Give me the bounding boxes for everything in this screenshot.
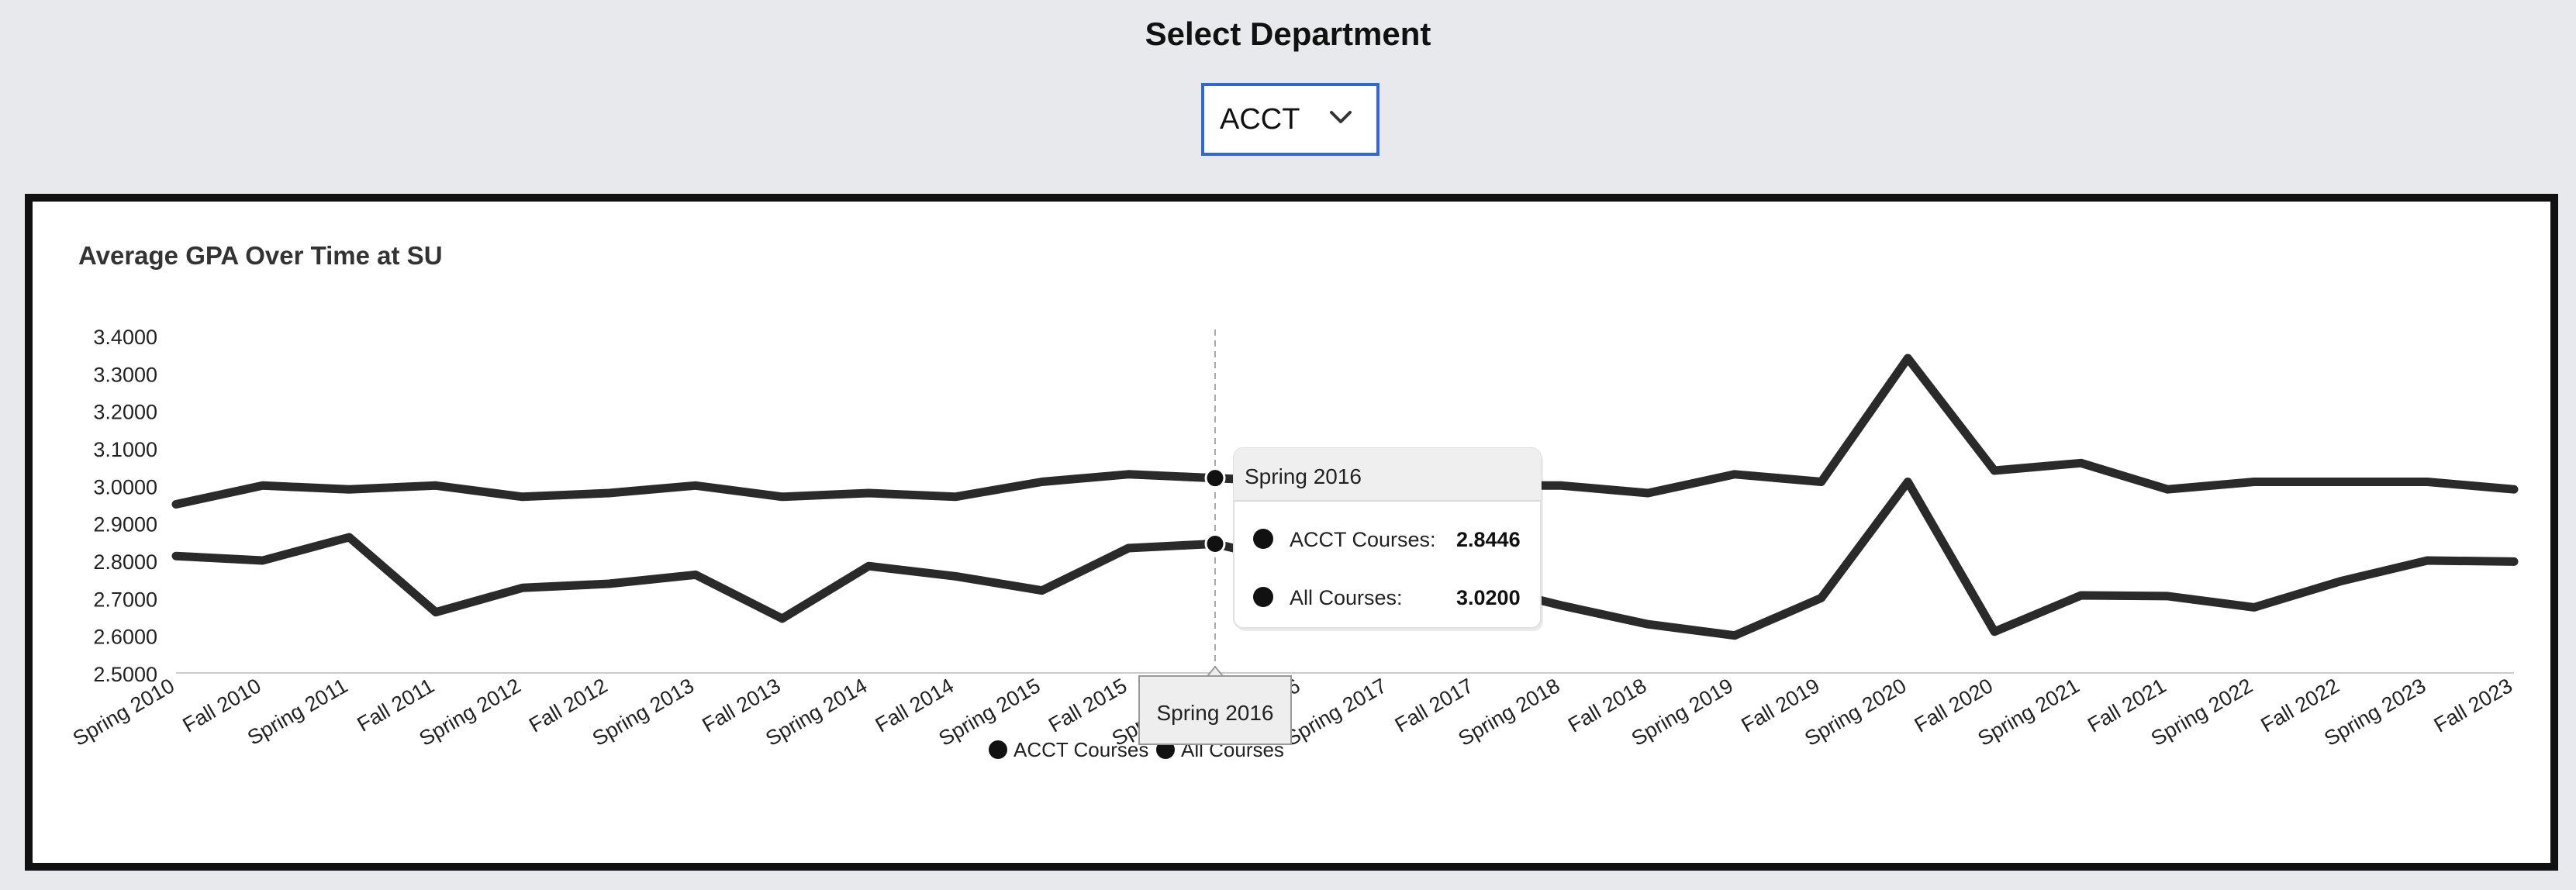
chevron-down-icon	[1330, 111, 1352, 123]
y-tick-label: 2.6000	[93, 626, 157, 649]
tooltip-title: Spring 2016	[1245, 464, 1362, 488]
tooltip-row-value: 3.0200	[1456, 586, 1521, 609]
x-tick-label: Fall 2023	[2430, 674, 2516, 737]
tooltip-marker	[1253, 529, 1273, 549]
y-tick-label: 3.1000	[93, 438, 157, 461]
y-tick-label: 2.5000	[93, 663, 157, 686]
department-select-value: ACCT	[1220, 102, 1300, 136]
tooltip-marker	[1253, 587, 1273, 607]
line-chart: Average GPA Over Time at SU 3.4000 3.3000 3…	[69, 241, 2519, 761]
tooltip-row-label: ACCT Courses:	[1290, 528, 1436, 551]
y-tick-label: 2.9000	[93, 513, 157, 536]
y-tick-label: 3.2000	[93, 401, 157, 424]
tooltip-row-value: 2.8446	[1456, 528, 1521, 551]
y-tick-label: 2.7000	[93, 588, 157, 611]
tooltip-row-label: All Courses:	[1290, 586, 1403, 609]
hover-point-all[interactable]	[1204, 467, 1226, 489]
y-tick-label: 3.3000	[93, 363, 157, 386]
department-select[interactable]: ACCT	[1201, 83, 1380, 156]
legend-marker[interactable]	[989, 740, 1007, 759]
page-title: Select Department	[1145, 16, 1431, 52]
chart-card: Average GPA Over Time at SU 3.4000 3.3000 3…	[25, 194, 2558, 871]
y-tick-label: 3.4000	[93, 326, 157, 349]
hover-point-acct[interactable]	[1204, 533, 1226, 554]
legend-label: ACCT Courses	[1013, 738, 1148, 761]
y-tick-label: 3.0000	[93, 475, 157, 498]
y-tick-label: 2.8000	[93, 550, 157, 574]
axis-pointer-label: Spring 2016	[1156, 701, 1273, 725]
chart-title: Average GPA Over Time at SU	[78, 241, 443, 270]
axis-pointer-arrow	[1205, 665, 1225, 677]
